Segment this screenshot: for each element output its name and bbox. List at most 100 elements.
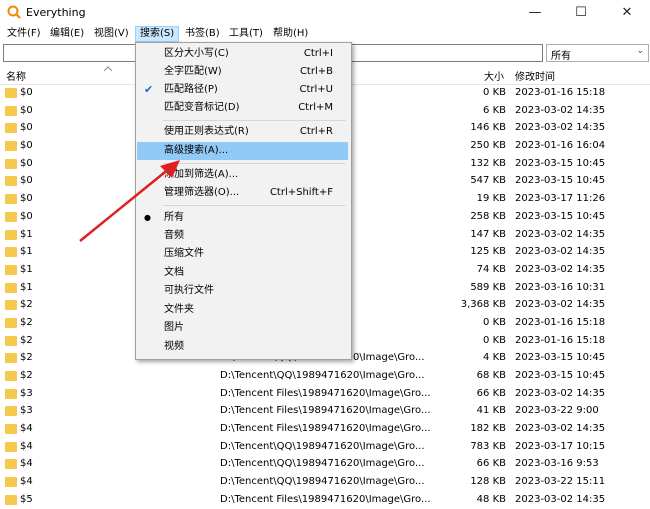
menu-item-advanced-search[interactable]: 高级搜索(A)... [137,142,348,160]
checkmark-icon: ✔ [144,83,154,96]
file-size: 0 KB [483,334,506,346]
menu-item-filter-document[interactable]: 文档 [137,264,348,282]
file-modified: 2023-03-02 14:35 [515,387,606,399]
filter-select[interactable]: 所有 ⌄ [546,44,649,62]
table-row[interactable]: $4 D:\Tencent\QQ\1989471620\Image\Gro... 6… [0,455,650,473]
file-modified: 2023-03-15 10:45 [515,175,606,187]
file-name: $0 [20,140,33,152]
menu-item-filter-compressed[interactable]: 压缩文件 [137,245,348,263]
file-modified: 2023-01-16 16:04 [515,140,606,152]
folder-icon [5,406,17,417]
file-name: $0 [20,87,33,98]
file-path: D:\Tencent\QQ\1989471620\Image\Gro... [220,370,425,381]
file-name: $1 [20,263,33,275]
file-modified: 2023-03-15 10:45 [515,157,606,169]
menu-item-match-path[interactable]: ✔ 匹配路径(P) Ctrl+U [137,81,348,99]
file-modified: 2023-03-17 10:15 [515,440,606,452]
table-row[interactable]: $3 D:\Tencent Files\1989471620\Image\Gro.… [0,402,650,420]
table-row[interactable]: $4 D:\Tencent\QQ\1989471620\Image\Gro... 7… [0,438,650,456]
file-name: $0 [20,175,33,187]
column-name[interactable]: 名称 [6,68,26,83]
file-size: 4 KB [483,352,506,364]
maximize-button[interactable]: ☐ [558,0,604,26]
file-size: 41 KB [476,405,506,417]
file-modified: 2023-03-22 9:00 [515,405,599,417]
file-modified: 2023-03-02 14:35 [515,263,606,275]
menu-item-match-case[interactable]: 区分大小写(C) Ctrl+I [137,45,348,63]
file-size: 66 KB [476,387,506,399]
folder-icon [5,317,17,328]
file-name: $3 [20,405,33,417]
table-row[interactable]: $5 D:\Tencent Files\1989471620\Image\Gro.… [0,491,650,509]
file-size: 68 KB [476,370,506,381]
menu-item-filter-audio[interactable]: 音频 [137,227,348,245]
radio-bullet-icon: ● [144,213,151,222]
menu-item-label: 文件夹 [164,304,194,315]
file-modified: 2023-03-02 14:35 [515,299,606,311]
table-row[interactable]: $4 D:\Tencent\QQ\1989471620\Image\Gro... 1… [0,473,650,491]
file-size: 783 KB [470,440,506,452]
file-size: 182 KB [470,423,506,435]
menu-item-label: 可执行文件 [164,285,214,296]
file-modified: 2023-03-02 14:35 [515,246,606,258]
menu-view[interactable]: 视图(V) [90,27,133,41]
menu-help[interactable]: 帮助(H) [269,27,312,41]
menu-item-filter-folder[interactable]: 文件夹 [137,301,348,319]
file-name: $4 [20,423,33,435]
menu-item-shortcut: Ctrl+Shift+F [269,187,333,198]
menu-edit[interactable]: 编辑(E) [46,27,88,41]
folder-icon [5,282,17,293]
file-modified: 2023-03-16 10:31 [515,281,606,293]
file-size: 66 KB [476,458,506,470]
column-size[interactable]: 大小 [484,68,504,83]
menu-item-add-to-filters[interactable]: 添加到筛选(A)... [137,166,348,184]
menu-search[interactable]: 搜索(S) [135,26,180,42]
file-path: D:\Tencent Files\1989471620\Image\Gro... [220,493,431,505]
file-modified: 2023-03-15 10:45 [515,352,606,364]
menu-item-label: 压缩文件 [164,248,204,259]
menu-item-match-diacritics[interactable]: 匹配变音标记(D) Ctrl+M [137,99,348,117]
title-bar: Everything — ☐ ✕ [0,0,650,26]
file-size: 146 KB [470,122,506,134]
folder-icon [5,229,17,240]
menu-item-organize-filters[interactable]: 管理筛选器(O)... Ctrl+Shift+F [137,184,348,202]
file-size: 0 KB [483,87,506,98]
file-name: $2 [20,370,33,381]
menu-item-match-whole-word[interactable]: 全字匹配(W) Ctrl+B [137,63,348,81]
file-size: 147 KB [470,228,506,240]
menu-item-label: 音频 [164,230,184,241]
file-size: 3,368 KB [460,299,506,311]
table-row[interactable]: $4 D:\Tencent Files\1989471620\Image\Gro.… [0,420,650,438]
sort-ascending-icon [104,66,112,71]
file-name: $2 [20,316,33,328]
minimize-button[interactable]: — [512,0,558,26]
menu-item-label: 区分大小写(C) [164,48,229,59]
folder-icon [5,459,17,470]
menu-item-filter-executable[interactable]: 可执行文件 [137,282,348,300]
file-size: 125 KB [470,246,506,258]
file-modified: 2023-03-15 10:45 [515,210,606,222]
file-modified: 2023-03-16 9:53 [515,458,599,470]
menu-item-regex[interactable]: 使用正则表达式(R) Ctrl+R [137,123,348,141]
menu-bookmarks[interactable]: 书签(B) [181,27,224,41]
folder-icon [5,194,17,205]
close-button[interactable]: ✕ [604,0,650,26]
file-size: 74 KB [476,263,506,275]
column-modified[interactable]: 修改时间 [515,68,555,83]
menu-item-shortcut: Ctrl+R [299,126,333,137]
table-row[interactable]: $2 D:\Tencent\QQ\1989471620\Image\Gro... 6… [0,367,650,385]
folder-icon [5,141,17,152]
file-name: $5 [20,493,33,505]
file-modified: 2023-01-16 15:18 [515,334,606,346]
menu-bar: 文件(F) 编辑(E) 视图(V) 搜索(S) 书签(B) 工具(T) 帮助(H… [0,26,650,42]
menu-item-filter-all[interactable]: ● 所有 [137,209,348,227]
menu-item-filter-picture[interactable]: 图片 [137,319,348,337]
window-title: Everything [26,6,86,19]
menu-file[interactable]: 文件(F) [3,27,45,41]
menu-item-filter-video[interactable]: 视频 [137,338,348,356]
folder-icon [5,264,17,275]
file-modified: 2023-01-16 15:18 [515,316,606,328]
table-row[interactable]: $3 D:\Tencent Files\1989471620\Image\Gro.… [0,385,650,403]
menu-item-label: 添加到筛选(A)... [164,169,239,180]
menu-tools[interactable]: 工具(T) [225,27,267,41]
